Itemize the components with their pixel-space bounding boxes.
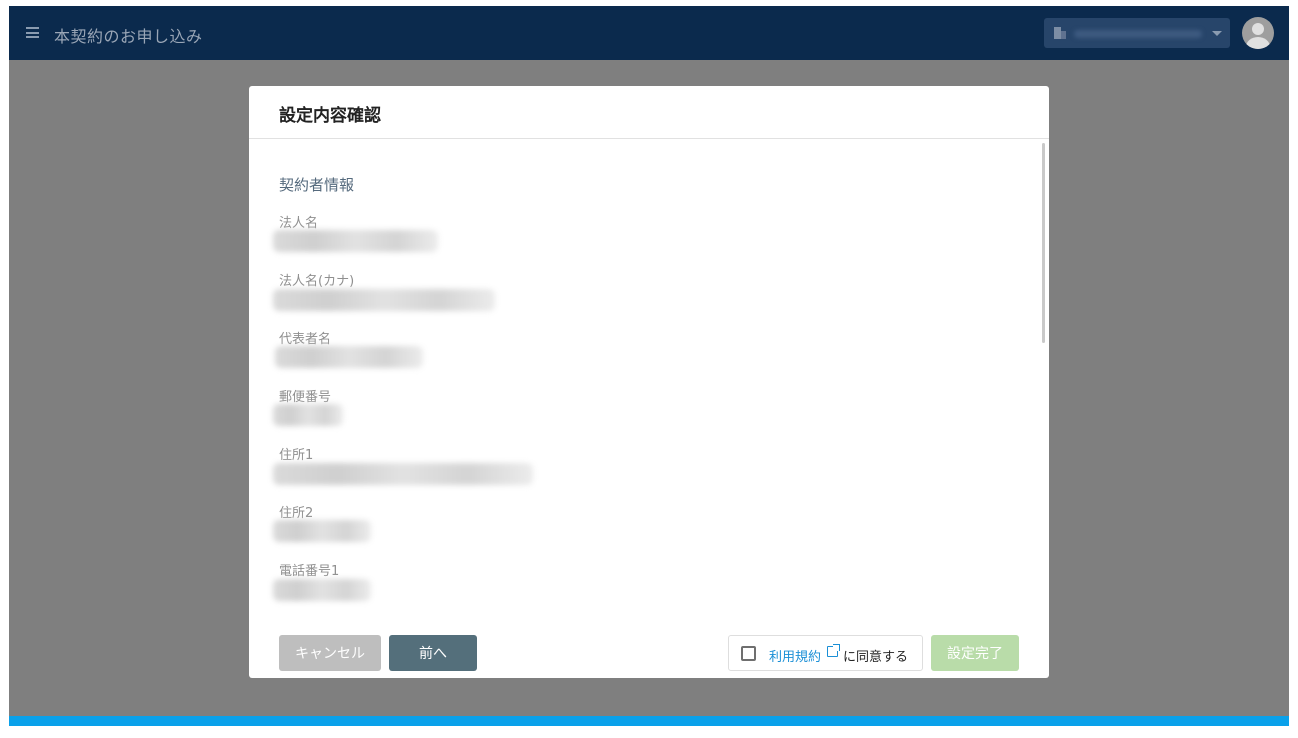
field-label-phone-1: 電話番号1 [279,564,340,579]
field-value-redacted [273,520,371,542]
app-title: 本契約のお申し込み [54,27,203,46]
divider [249,138,1049,139]
section-title-contractor-info: 契約者情報 [279,176,355,194]
external-link-icon [827,644,840,657]
field-label-representative-name: 代表者名 [279,332,332,347]
app-window: 本契約のお申し込み 設定内容確認 契約者情報 法人名 法人名(カナ) 代表者名 … [9,6,1289,726]
field-value-redacted [273,579,371,601]
field-value-redacted [273,289,495,311]
user-avatar-icon[interactable] [1242,17,1274,49]
bottom-accent-bar [9,716,1289,726]
terms-agreement: 利用規約 に同意する [728,635,923,671]
field-value-redacted [273,230,438,252]
terms-of-service-link[interactable]: 利用規約 [769,646,821,665]
confirm-settings-dialog: 設定内容確認 契約者情報 法人名 法人名(カナ) 代表者名 郵便番号 住所1 住… [249,86,1049,678]
previous-button[interactable]: 前へ [389,635,477,671]
field-label-postal-code: 郵便番号 [279,390,332,405]
complete-settings-button[interactable]: 設定完了 [931,635,1019,671]
organization-select[interactable] [1044,18,1230,48]
app-bar: 本契約のお申し込み [9,6,1289,60]
field-label-address-2: 住所2 [279,506,314,521]
agree-terms-checkbox[interactable] [741,646,756,661]
field-value-redacted [273,404,343,426]
cancel-button[interactable]: キャンセル [279,635,381,671]
agree-text: に同意する [843,650,909,665]
chevron-down-icon [1212,31,1222,36]
organization-name-redacted [1074,30,1202,38]
hamburger-menu-icon[interactable] [26,27,39,38]
field-label-company-name: 法人名 [279,216,319,231]
dialog-title: 設定内容確認 [279,106,381,126]
dialog-scrollbar[interactable] [1042,143,1045,343]
field-label-company-name-kana: 法人名(カナ) [279,274,355,289]
building-icon [1054,27,1066,39]
field-value-redacted [273,463,533,485]
field-label-address-1: 住所1 [279,448,314,463]
field-value-redacted [275,346,423,368]
